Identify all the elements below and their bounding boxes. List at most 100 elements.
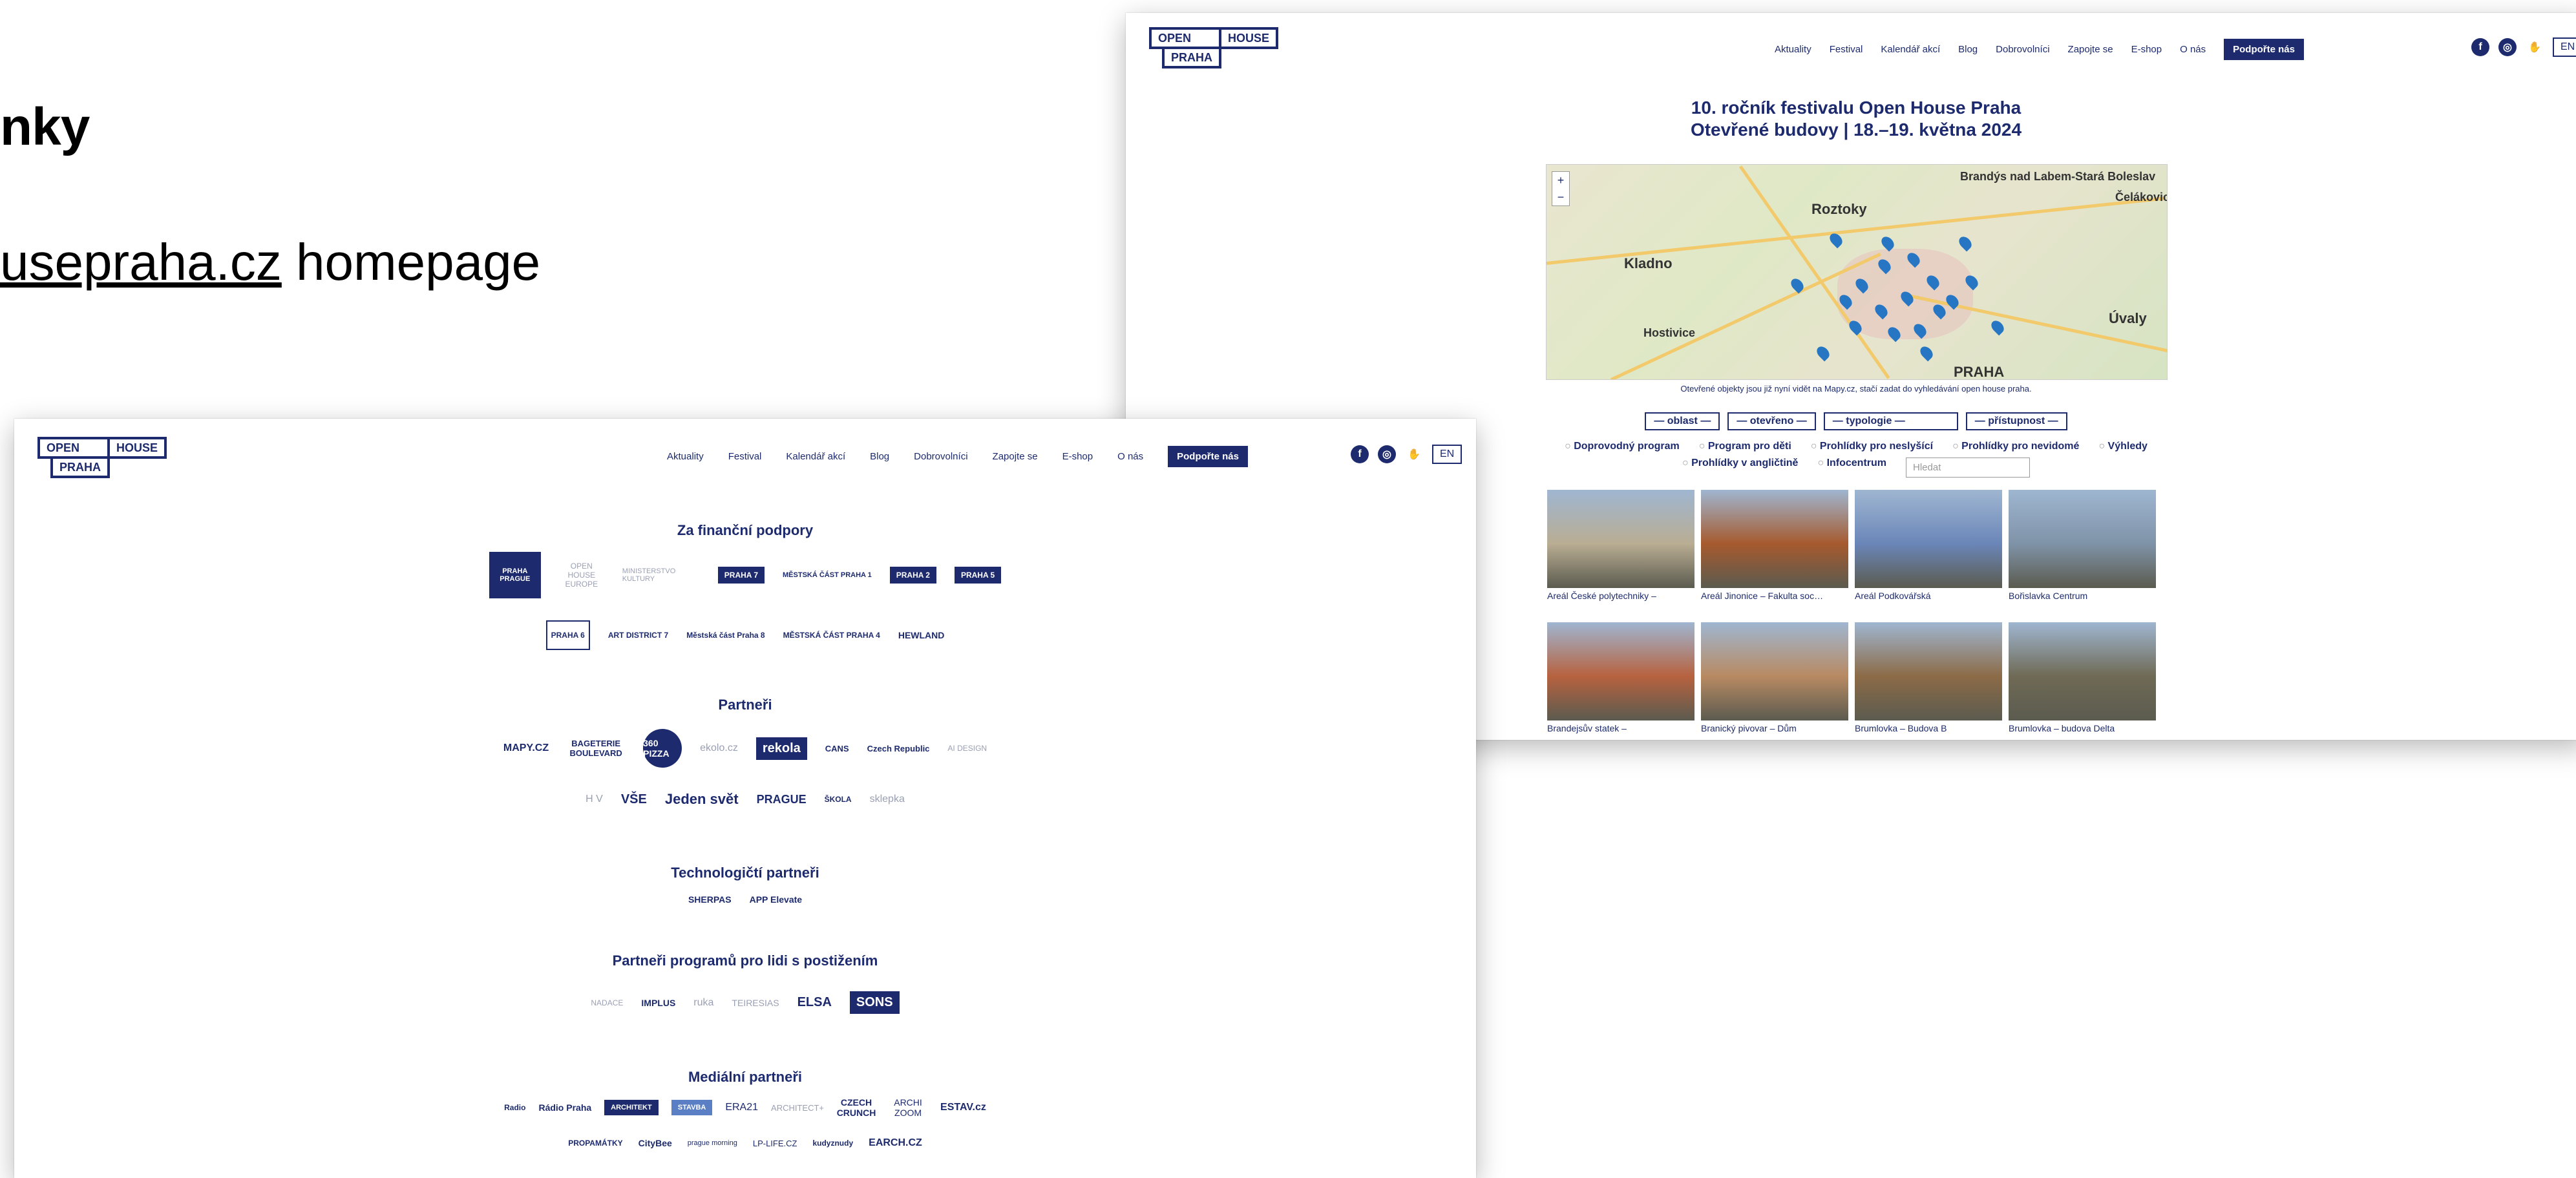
checkbox-anglictina[interactable]: Prohlídky v angličtině — [1682, 458, 1798, 478]
media-logo[interactable]: kudyznudy — [812, 1139, 853, 1148]
partner-logo[interactable]: Jeden svět — [665, 791, 739, 808]
nav-aktuality[interactable]: Aktuality — [1775, 44, 1811, 55]
partner-logo[interactable]: H V — [586, 794, 603, 805]
nav-eshop[interactable]: E-shop — [1062, 451, 1093, 462]
zoom-out-button[interactable]: − — [1552, 189, 1569, 205]
sponsor-logo[interactable]: MĚSTSKÁ ČÁST PRAHA 4 — [783, 631, 880, 640]
partner-logo[interactable]: rekola — [755, 737, 807, 760]
checkbox-doprovodny[interactable]: Doprovodný program — [1565, 441, 1680, 452]
nav-zapojte[interactable]: Zapojte se — [2068, 44, 2113, 55]
media-logo[interactable]: PROPAMÁTKY — [568, 1139, 622, 1148]
media-logo[interactable]: LP-LIFE.CZ — [753, 1139, 797, 1148]
nav-dobrovolnici[interactable]: Dobrovolníci — [914, 451, 967, 462]
disability-partner-logo[interactable]: ruka — [693, 997, 713, 1009]
language-switch[interactable]: EN — [1432, 445, 1462, 464]
nav-festival[interactable]: Festival — [728, 451, 762, 462]
nav-blog[interactable]: Blog — [870, 451, 889, 462]
accessibility-icon[interactable]: ✋ — [2526, 38, 2544, 56]
partner-logo[interactable]: 360 PIZZA — [643, 729, 682, 768]
site-link[interactable]: usepraha.cz — [0, 233, 282, 291]
nav-onas[interactable]: O nás — [2180, 44, 2206, 55]
building-card[interactable]: Brandejsův statek – — [1547, 622, 1694, 740]
select-typologie[interactable]: — typologie — — [1823, 412, 1958, 430]
facebook-icon[interactable]: f — [1351, 445, 1369, 463]
nav-kalendar[interactable]: Kalendář akcí — [786, 451, 845, 462]
building-card[interactable]: Areál České polytechniky – — [1547, 490, 1694, 616]
partner-logo[interactable]: sklepka — [870, 794, 905, 805]
festival-map[interactable]: + − Brandýs nad Labem-Stará Boleslav Roz… — [1546, 164, 2168, 380]
tech-logo[interactable]: SHERPAS — [688, 894, 732, 905]
media-logo[interactable]: prague morning — [688, 1139, 737, 1147]
sponsor-logo[interactable]: PRAHA 7 — [717, 567, 765, 584]
disability-partner-logo[interactable]: TEIRESIAS — [732, 998, 779, 1008]
partner-logo[interactable]: CANS — [825, 744, 849, 753]
support-button[interactable]: Podpořte nás — [1168, 446, 1248, 467]
media-logo[interactable]: Rádio Praha — [538, 1102, 591, 1113]
partner-logo[interactable]: Czech Republic — [867, 744, 930, 753]
tech-logo[interactable]: APP Elevate — [750, 894, 802, 905]
nav-dobrovolnici[interactable]: Dobrovolníci — [1996, 44, 2049, 55]
partner-logo[interactable]: AI DESIGN — [947, 744, 987, 753]
map-pin-icon[interactable] — [1917, 344, 1936, 362]
building-card[interactable]: Areál Podkovářská — [1855, 490, 2002, 616]
select-otevreno[interactable]: — otevřeno — — [1727, 412, 1816, 430]
sponsor-logo[interactable]: HEWLAND — [898, 630, 945, 640]
language-switch[interactable]: EN — [2553, 37, 2576, 57]
sponsor-logo[interactable]: PRAHA 5 — [954, 567, 1002, 584]
sponsor-logo[interactable]: MĚSTSKÁ ČÁST PRAHA 1 — [783, 571, 872, 579]
disability-partner-logo[interactable]: ELSA — [797, 995, 832, 1010]
building-card[interactable]: Branický pivovar – Dům — [1701, 622, 1848, 740]
select-oblast[interactable]: — oblast — — [1645, 412, 1720, 430]
media-logo[interactable]: ARCHITECT+ — [771, 1103, 824, 1113]
nav-eshop[interactable]: E-shop — [2131, 44, 2162, 55]
map-pin-icon[interactable] — [1989, 318, 2007, 336]
sponsor-logo[interactable]: Městská část Praha 8 — [686, 631, 765, 640]
building-card[interactable]: Areál Jinonice – Fakulta soc… — [1701, 490, 1848, 616]
sponsor-logo[interactable]: ART DISTRICT 7 — [608, 631, 668, 640]
checkbox-vyhledy[interactable]: Výhledy — [2098, 441, 2148, 452]
nav-zapojte[interactable]: Zapojte se — [993, 451, 1038, 462]
map-pin-icon[interactable] — [1956, 234, 1974, 252]
partner-logo[interactable]: PRAGUE — [757, 793, 807, 806]
instagram-icon[interactable]: ◎ — [2498, 38, 2517, 56]
checkbox-infocentrum[interactable]: Infocentrum — [1817, 458, 1886, 478]
building-card[interactable]: Brumlovka – budova Delta — [2009, 622, 2156, 740]
nav-onas[interactable]: O nás — [1117, 451, 1143, 462]
checkbox-nevidome[interactable]: Prohlídky pro nevidomé — [1952, 441, 2079, 452]
media-logo[interactable]: CityBee — [639, 1138, 672, 1148]
search-input[interactable]: Hledat — [1906, 458, 2031, 478]
open-house-logo[interactable]: OPEN HOUSE PRAHA — [1149, 27, 1279, 68]
partner-logo[interactable]: VŠE — [621, 792, 647, 807]
media-logo[interactable]: ERA21 — [725, 1102, 758, 1113]
checkbox-neslysici[interactable]: Prohlídky pro neslyšící — [1811, 441, 1933, 452]
facebook-icon[interactable]: f — [2471, 38, 2489, 56]
checkbox-deti[interactable]: Program pro děti — [1699, 441, 1791, 452]
accessibility-icon[interactable]: ✋ — [1405, 445, 1423, 463]
media-logo[interactable]: STAVBA — [671, 1100, 713, 1115]
partner-logo[interactable]: ekolo.cz — [700, 742, 738, 754]
media-logo[interactable]: CZECH CRUNCH — [837, 1097, 876, 1118]
sponsor-logo[interactable]: PRAHA PRAGUE — [489, 552, 541, 598]
select-pristupnost[interactable]: — přístupnost — — [1965, 412, 2067, 430]
nav-aktuality[interactable]: Aktuality — [667, 451, 704, 462]
building-card[interactable]: Brumlovka – Budova B — [1855, 622, 2002, 740]
sponsor-logo[interactable]: MINISTERSTVO KULTURY — [622, 567, 700, 583]
building-card[interactable]: Bořislavka Centrum — [2009, 490, 2156, 616]
disability-partner-logo[interactable]: SONS — [849, 991, 900, 1014]
sponsor-logo[interactable]: PRAHA 6 — [545, 620, 590, 650]
sponsor-logo[interactable]: PRAHA 2 — [889, 567, 936, 584]
zoom-in-button[interactable]: + — [1552, 172, 1569, 189]
disability-partner-logo[interactable]: NADACE — [591, 998, 623, 1007]
sponsor-logo[interactable]: OPEN HOUSE EUROPE — [559, 562, 604, 589]
partner-logo[interactable]: BAGETERIE BOULEVARD — [567, 739, 625, 758]
partner-logo[interactable]: MAPY.CZ — [503, 742, 549, 754]
disability-partner-logo[interactable]: IMPLUS — [641, 998, 675, 1008]
media-logo[interactable]: ESTAV.cz — [940, 1102, 986, 1113]
media-logo[interactable]: ARCHI ZOOM — [889, 1097, 927, 1118]
media-logo[interactable]: Radio — [504, 1103, 525, 1112]
nav-kalendar[interactable]: Kalendář akcí — [1881, 44, 1940, 55]
media-logo[interactable]: EARCH.CZ — [869, 1137, 922, 1149]
nav-festival[interactable]: Festival — [1830, 44, 1863, 55]
partner-logo[interactable]: ŠKOLA — [825, 795, 852, 804]
media-logo[interactable]: ARCHITEKT — [604, 1100, 659, 1115]
